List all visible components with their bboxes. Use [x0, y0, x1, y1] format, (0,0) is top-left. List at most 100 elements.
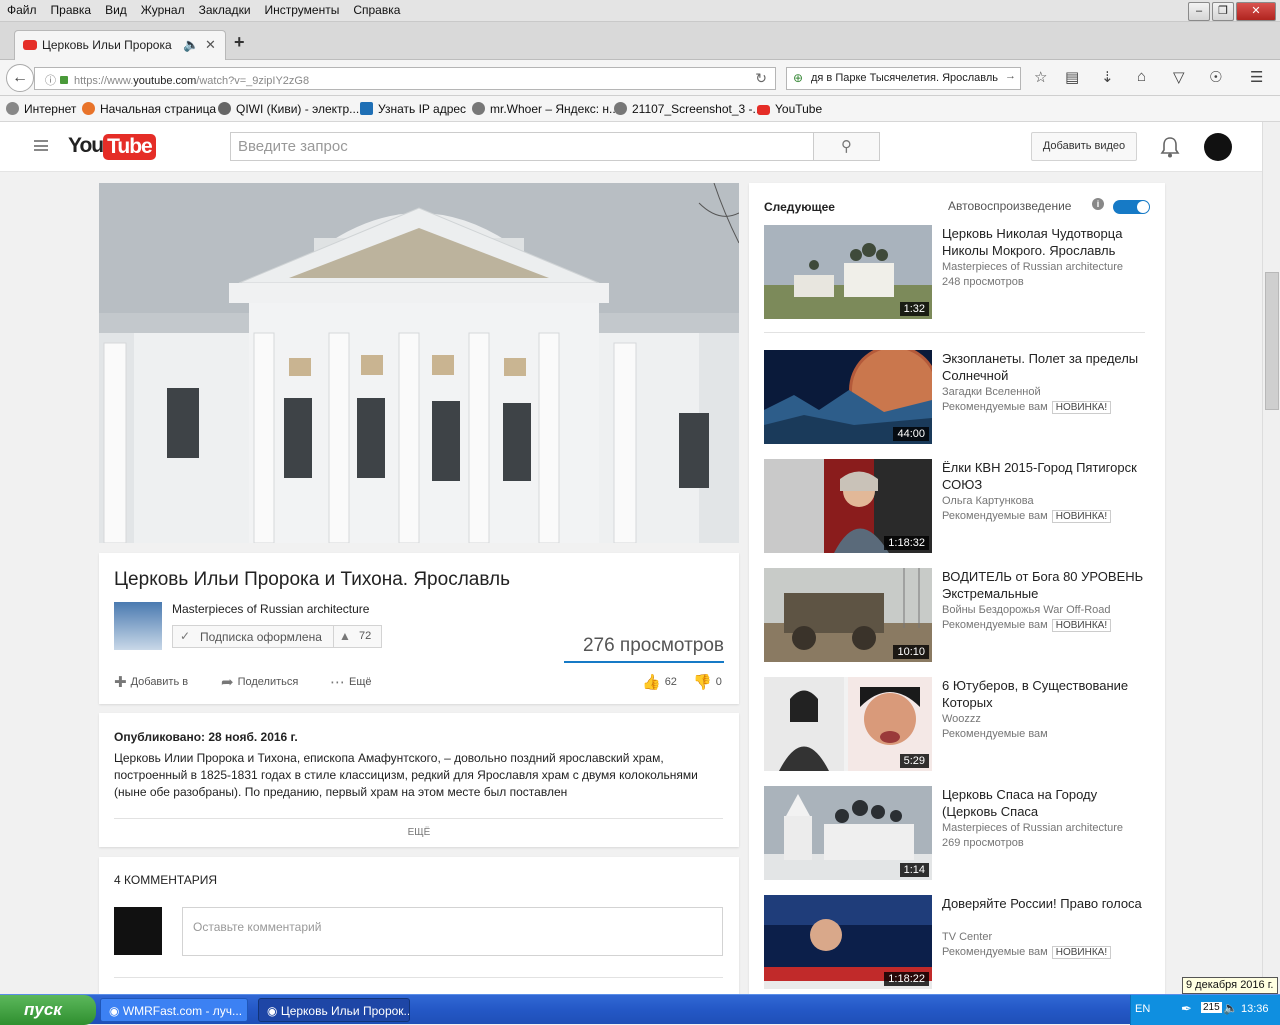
bookmark-home-page[interactable]: Начальная страница — [82, 102, 216, 116]
more-actions-button[interactable]: ⋯ Ещё — [330, 673, 372, 691]
related-video-item[interactable]: 1:18:32 Ёлки КВН 2015-Город Пятигорск СО… — [764, 459, 1154, 553]
related-video-item[interactable]: 1:14 Церковь Спаса на Городу (Церковь Сп… — [764, 786, 1154, 880]
video-title-link[interactable]: Церковь Николая Чудотворца Николы Мокрог… — [942, 225, 1152, 259]
video-meta: Рекомендуемые вам НОВИНКА! — [942, 619, 1112, 632]
tray-counter[interactable]: 215 — [1201, 1002, 1222, 1013]
notifications-bell-icon[interactable] — [1160, 136, 1180, 158]
close-tab-icon[interactable]: ✕ — [205, 37, 216, 53]
video-title-link[interactable]: Доверяйте России! Право голоса — [942, 895, 1152, 912]
downloads-icon[interactable]: ⇣ — [1101, 68, 1114, 86]
hamburger-menu-icon[interactable]: ☰ — [1250, 68, 1263, 86]
taskbar-item-wmrfast[interactable]: ◉ WMRFast.com - луч... — [100, 998, 248, 1022]
video-title-link[interactable]: Экзопланеты. Полет за пределы Солнечной — [942, 350, 1152, 384]
speaker-icon[interactable]: 🔈 — [183, 37, 199, 53]
comment-input[interactable]: Оставьте комментарий — [182, 907, 723, 956]
video-channel: Masterpieces of Russian architecture — [942, 822, 1123, 834]
pocket-icon[interactable]: ▽ — [1173, 68, 1185, 86]
account-avatar[interactable] — [1204, 133, 1232, 161]
video-thumbnail[interactable]: 10:10 — [764, 568, 932, 662]
youtube-search-button[interactable]: ⚲ — [813, 132, 880, 161]
notification-bell-icon[interactable]: ▲ — [339, 629, 351, 643]
tab-strip: Церковь Ильи Пророка ... 🔈 ✕ + — [0, 22, 1280, 60]
subscribed-button[interactable]: ✓ Подписка оформлена ▲ 72 — [172, 625, 382, 648]
taskbar-item-firefox[interactable]: ◉ Церковь Ильи Пророк... — [258, 998, 410, 1022]
url-bar[interactable]: ⓘ https://www.youtube.com/watch?v=_9zipIY… — [34, 67, 776, 90]
related-video-item[interactable]: 10:10 ВОДИТЕЛЬ от Бога 80 УРОВЕНЬ Экстре… — [764, 568, 1154, 662]
bookmark-whoer[interactable]: mr.Whoer – Яндекс: н... — [472, 102, 619, 116]
info-icon[interactable]: i — [1092, 198, 1104, 210]
sync-icon[interactable]: ☉ — [1209, 68, 1222, 86]
related-video-item[interactable]: 5:29 6 Ютуберов, в Существование Которых… — [764, 677, 1154, 771]
menu-history[interactable]: Журнал — [134, 0, 192, 17]
related-video-item[interactable]: 1:32 Церковь Николая Чудотворца Николы М… — [764, 225, 1154, 319]
bookmarks-list-icon[interactable]: ▤ — [1065, 68, 1079, 86]
reload-icon[interactable]: ↻ — [755, 70, 767, 87]
bookmark-screenshot[interactable]: 21107_Screenshot_3 -... — [614, 102, 763, 116]
start-button[interactable]: пуск — [0, 995, 96, 1025]
video-title-link[interactable]: Ёлки КВН 2015-Город Пятигорск СОЮЗ — [942, 459, 1152, 493]
autoplay-toggle[interactable] — [1113, 200, 1150, 214]
menu-view[interactable]: Вид — [98, 0, 134, 17]
video-duration: 1:18:22 — [884, 972, 929, 986]
channel-thumbnail[interactable] — [114, 602, 162, 650]
page-scrollbar[interactable] — [1262, 122, 1280, 994]
youtube-logo[interactable]: You Tube — [68, 134, 156, 162]
checkmark-icon: ✓ — [180, 629, 191, 643]
bookmark-youtube[interactable]: YouTube — [757, 102, 822, 116]
up-next-label: Следующее — [764, 200, 835, 214]
video-player[interactable] — [99, 183, 739, 543]
divider — [333, 626, 334, 647]
menu-bookmarks[interactable]: Закладки — [192, 0, 258, 17]
search-engine-icon[interactable]: ⊕ — [793, 71, 803, 85]
home-icon[interactable]: ⌂ — [1137, 68, 1146, 85]
minimize-button[interactable]: – — [1188, 2, 1210, 21]
video-title-link[interactable]: ВОДИТЕЛЬ от Бога 80 УРОВЕНЬ Экстремальны… — [942, 568, 1152, 602]
menu-file[interactable]: Файл — [0, 0, 44, 17]
tab-youtube-video[interactable]: Церковь Ильи Пророка ... 🔈 ✕ — [14, 30, 226, 60]
view-count: 276 просмотров — [582, 635, 724, 656]
scrollbar-thumb[interactable] — [1265, 272, 1279, 410]
language-indicator[interactable]: EN — [1135, 1003, 1150, 1015]
dislike-button[interactable]: 👎 0 — [693, 673, 722, 691]
video-thumbnail[interactable]: 44:00 — [764, 350, 932, 444]
menu-edit[interactable]: Правка — [44, 0, 99, 17]
close-window-button[interactable]: ✕ — [1236, 2, 1276, 21]
related-video-item[interactable]: 44:00 Экзопланеты. Полет за пределы Солн… — [764, 350, 1154, 444]
video-thumbnail[interactable]: 1:32 — [764, 225, 932, 319]
info-circle-icon[interactable]: ⓘ — [45, 72, 56, 88]
video-thumbnail[interactable]: 1:18:32 — [764, 459, 932, 553]
back-button[interactable]: ← — [6, 64, 34, 92]
search-go-icon[interactable]: → — [1005, 70, 1016, 82]
bookmark-star-icon[interactable]: ☆ — [1034, 68, 1047, 86]
video-frame-church — [99, 183, 739, 543]
video-title-link[interactable]: Церковь Спаса на Городу (Церковь Спаса — [942, 786, 1152, 820]
new-tab-button[interactable]: + — [234, 32, 245, 53]
video-meta: Рекомендуемые вам — [942, 728, 1048, 740]
related-video-item[interactable]: 1:18:22 Доверяйте России! Право голоса T… — [764, 895, 1154, 989]
youtube-search-input[interactable]: Введите запрос — [230, 132, 814, 161]
share-button[interactable]: ➦ Поделиться — [221, 673, 298, 691]
guide-menu-icon[interactable] — [34, 140, 48, 151]
video-thumbnail[interactable]: 1:18:22 — [764, 895, 932, 989]
feather-icon[interactable]: ✒ — [1181, 1001, 1192, 1017]
menu-help[interactable]: Справка — [346, 0, 407, 17]
volume-icon[interactable]: 🔈 — [1223, 1001, 1238, 1015]
clock[interactable]: 13:36 — [1241, 1003, 1269, 1015]
video-title-link[interactable]: 6 Ютуберов, в Существование Которых — [942, 677, 1152, 711]
show-more-button[interactable]: ЕЩЁ — [99, 827, 739, 838]
video-duration: 1:14 — [899, 863, 929, 877]
video-thumbnail[interactable]: 1:14 — [764, 786, 932, 880]
add-to-button[interactable]: ✚ Добавить в — [114, 673, 188, 691]
upload-video-button[interactable]: Добавить видео — [1031, 132, 1137, 161]
video-thumbnail[interactable]: 5:29 — [764, 677, 932, 771]
bookmark-internet[interactable]: Интернет — [6, 102, 76, 116]
menu-tools[interactable]: Инструменты — [258, 0, 347, 17]
like-button[interactable]: 👍 62 — [642, 673, 677, 691]
bookmark-qiwi[interactable]: QIWI (Киви) - электр... — [218, 102, 359, 116]
channel-name-link[interactable]: Masterpieces of Russian architecture — [172, 602, 369, 616]
bookmark-ip[interactable]: Узнать IP адрес — [360, 102, 466, 116]
video-title: Церковь Ильи Пророка и Тихона. Ярославль — [114, 569, 510, 590]
browser-search-box[interactable]: ⊕ дя в Парке Тысячелетия. Ярославль → — [786, 67, 1021, 90]
description-card: Опубликовано: 28 нояб. 2016 г. Церковь И… — [99, 713, 739, 847]
maximize-button[interactable]: ❐ — [1212, 2, 1234, 21]
